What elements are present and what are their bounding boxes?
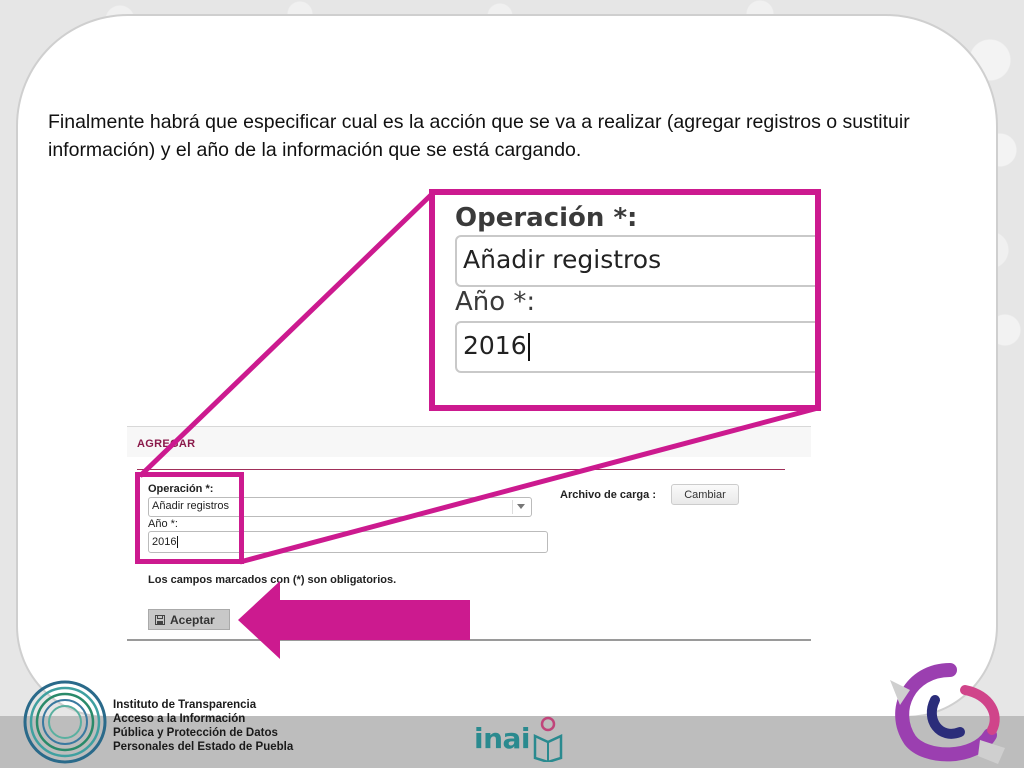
institute-name: Instituto de Transparencia Acceso a la I… — [113, 698, 293, 754]
institute-line: Acceso a la Información — [113, 713, 246, 725]
arrow-left-icon — [238, 581, 470, 659]
institute-line: Personales del Estado de Puebla — [113, 741, 294, 753]
connector-line-top — [138, 192, 434, 478]
institute-line: Instituto de Transparencia — [113, 699, 257, 711]
itaipue-logo-icon — [23, 680, 107, 764]
institute-line: Pública y Protección de Datos — [113, 727, 278, 739]
puebla-emblem-icon — [890, 663, 1005, 764]
callout-graphics — [138, 192, 819, 659]
connector-line-bottom — [239, 405, 819, 565]
inai-logo: inai — [474, 722, 531, 755]
inai-book-icon — [533, 716, 563, 762]
